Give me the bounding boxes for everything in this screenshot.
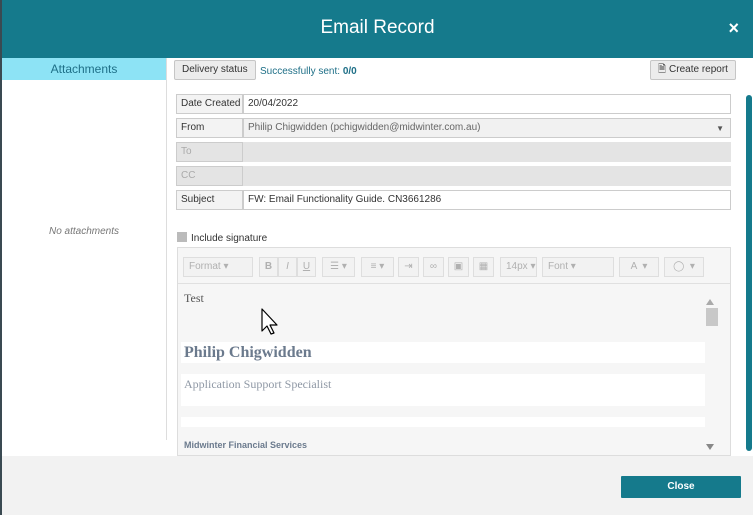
no-attachments-text: No attachments xyxy=(48,226,120,237)
image-icon: ▣ xyxy=(453,261,464,272)
modal-header: Email Record × xyxy=(2,0,753,58)
from-select[interactable]: Philip Chigwidden (pchigwidden@midwinter… xyxy=(243,118,731,138)
modal-footer: Close xyxy=(2,456,753,515)
align-dropdown[interactable]: ☰ ▾ xyxy=(322,257,355,277)
include-signature-label: Include signature xyxy=(191,233,268,244)
sent-label: Successfully sent: xyxy=(260,66,341,77)
modal-title: Email Record xyxy=(320,17,435,38)
modal-scrollbar[interactable] xyxy=(746,95,752,451)
attachments-panel: Attachments No attachments xyxy=(2,58,167,440)
table-icon: ▦ xyxy=(478,261,489,272)
subject-label: Subject xyxy=(176,190,243,210)
cc-label: CC xyxy=(176,166,243,186)
from-row: From Philip Chigwidden (pchigwidden@midw… xyxy=(176,118,731,138)
font-label: Font xyxy=(548,261,569,272)
editor-scrollbar-thumb[interactable] xyxy=(706,308,718,326)
font-dropdown[interactable]: Font ▾ xyxy=(542,257,614,277)
signature-name: Philip Chigwidden xyxy=(184,344,312,361)
email-record-modal: Email Record × Attachments No attachment… xyxy=(2,0,753,515)
subject-field[interactable]: FW: Email Functionality Guide. CN3661286 xyxy=(243,190,731,210)
signature-company: Midwinter Financial Services xyxy=(184,440,308,450)
font-size-label: 14px xyxy=(506,261,528,272)
create-report-button[interactable]: 🗎 Create report xyxy=(650,60,736,80)
date-created-row: Date Created 20/04/2022 xyxy=(176,94,731,114)
to-row: To xyxy=(176,142,731,162)
chevron-down-icon: ▼ xyxy=(716,124,724,133)
date-created-field: 20/04/2022 xyxy=(243,94,731,114)
close-icon[interactable]: × xyxy=(728,18,739,39)
from-label: From xyxy=(176,118,243,138)
editor-toolbar: Format ▾ B I U ☰ ▾ ≡ ▾ ⇥ ∞ ▣ ▦ 14px ▾ Fo… xyxy=(178,248,730,284)
delivery-status-button[interactable]: Delivery status xyxy=(174,60,256,80)
background-color-dropdown[interactable]: ◯ ▾ xyxy=(664,257,704,277)
close-button[interactable]: Close xyxy=(621,476,741,498)
indent-button[interactable]: ⇥ xyxy=(398,257,419,277)
indent-icon: ⇥ xyxy=(404,261,413,272)
date-created-label: Date Created xyxy=(176,94,243,114)
bold-button[interactable]: B xyxy=(259,257,278,277)
tab-attachments[interactable]: Attachments xyxy=(2,58,166,80)
link-icon: ∞ xyxy=(429,261,438,272)
link-button[interactable]: ∞ xyxy=(423,257,444,277)
underline-button[interactable]: U xyxy=(297,257,316,277)
cc-row: CC xyxy=(176,166,731,186)
scroll-up-icon[interactable] xyxy=(706,299,714,305)
create-report-label: Create report xyxy=(669,64,728,75)
subject-row: Subject FW: Email Functionality Guide. C… xyxy=(176,190,731,210)
format-dropdown[interactable]: Format ▾ xyxy=(183,257,253,277)
email-details: Delivery status Successfully sent: 0/0 🗎… xyxy=(174,58,744,456)
paint-bucket-icon: ◯ xyxy=(673,261,685,272)
table-button[interactable]: ▦ xyxy=(473,257,494,277)
delivery-status-text: Successfully sent: 0/0 xyxy=(260,66,357,77)
to-label: To xyxy=(176,142,243,162)
image-button[interactable]: ▣ xyxy=(448,257,469,277)
italic-button[interactable]: I xyxy=(278,257,297,277)
list-icon: ≡ xyxy=(370,261,377,272)
signature-spacer-block xyxy=(181,417,705,427)
from-value: Philip Chigwidden (pchigwidden@midwinter… xyxy=(248,122,481,133)
include-signature[interactable]: Include signature xyxy=(177,232,267,244)
signature-checkbox[interactable] xyxy=(177,232,187,242)
format-label: Format xyxy=(189,261,221,272)
mouse-pointer-icon xyxy=(261,308,278,335)
report-icon: 🗎 xyxy=(658,64,667,75)
sent-value: 0/0 xyxy=(342,66,357,77)
body-text: Test xyxy=(184,291,204,305)
font-size-dropdown[interactable]: 14px ▾ xyxy=(500,257,537,277)
to-field xyxy=(243,142,731,162)
scroll-down-icon[interactable] xyxy=(706,444,714,450)
signature-role: Application Support Specialist xyxy=(184,377,332,391)
list-dropdown[interactable]: ≡ ▾ xyxy=(361,257,394,277)
email-body-editor: Format ▾ B I U ☰ ▾ ≡ ▾ ⇥ ∞ ▣ ▦ 14px ▾ Fo… xyxy=(177,247,731,456)
text-color-label: A xyxy=(630,261,637,272)
text-color-dropdown[interactable]: A ▾ xyxy=(619,257,659,277)
modal-body: Attachments No attachments Delivery stat… xyxy=(2,58,753,456)
align-icon: ☰ xyxy=(330,261,340,272)
cc-field xyxy=(243,166,731,186)
